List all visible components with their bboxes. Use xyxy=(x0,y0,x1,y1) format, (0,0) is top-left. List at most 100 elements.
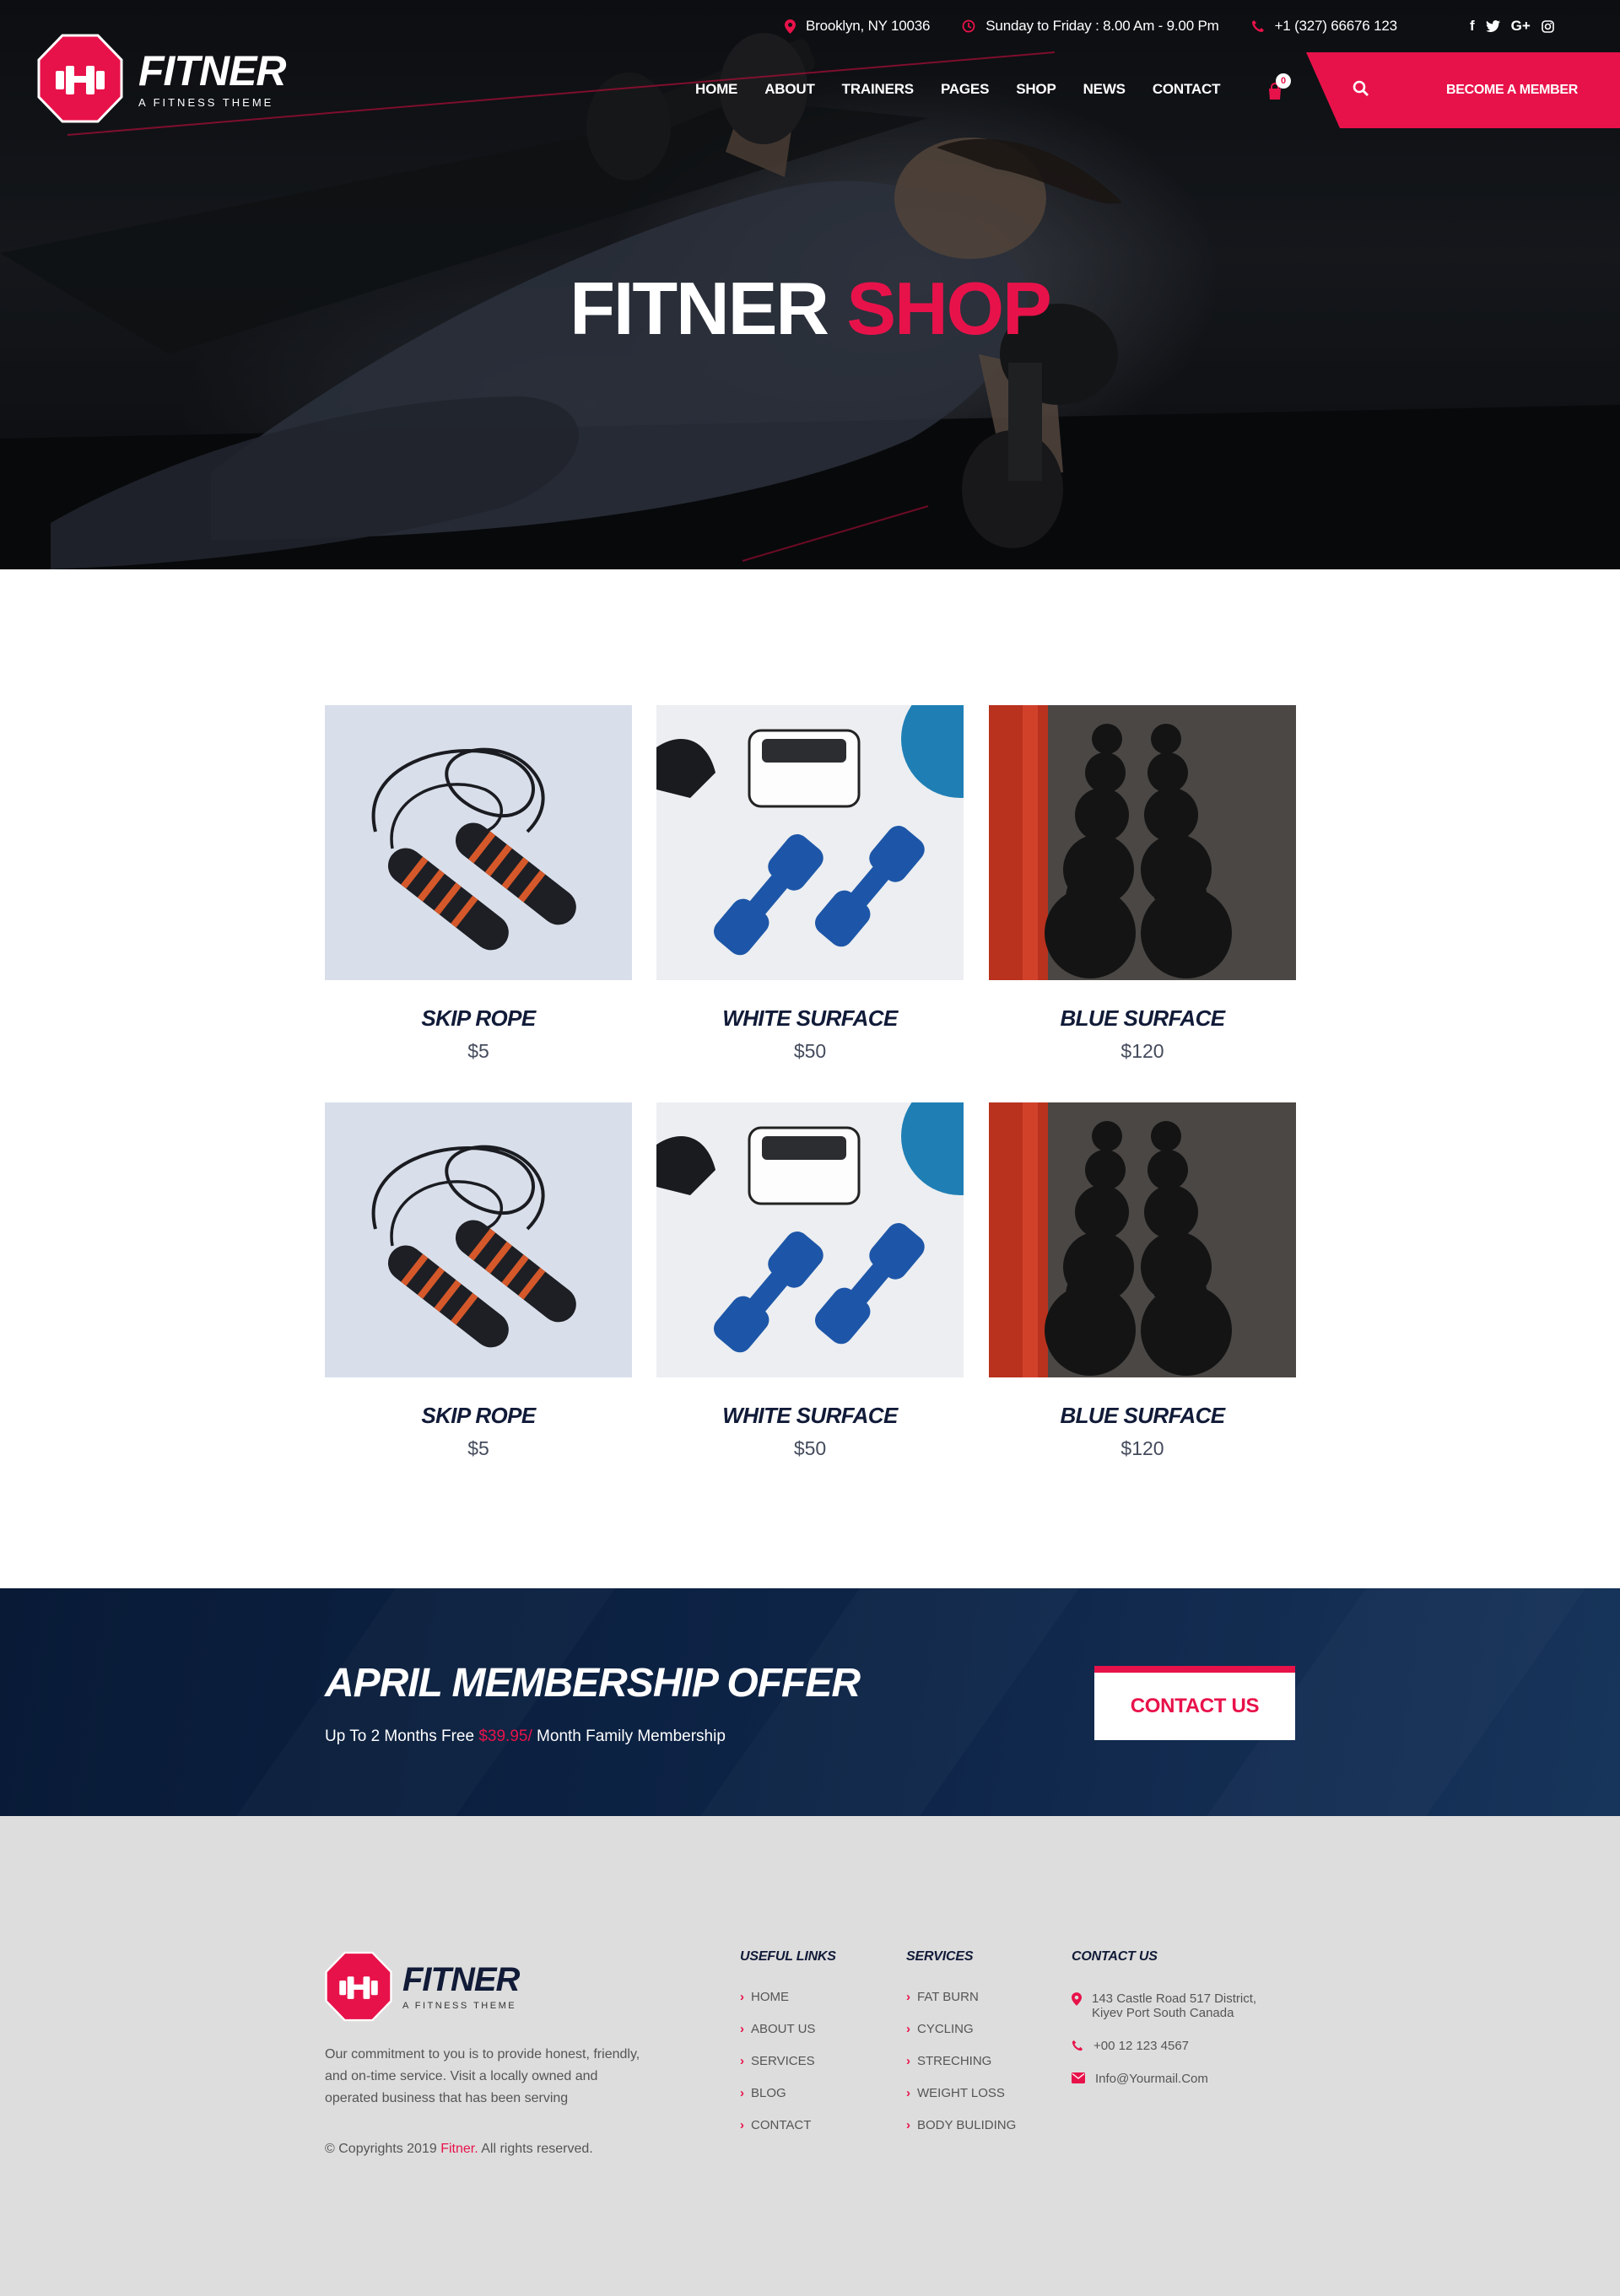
nav-item-contact[interactable]: CONTACT xyxy=(1153,81,1221,98)
product-price: $5 xyxy=(467,1040,489,1062)
contact-heading: CONTACT US xyxy=(1072,1949,1158,1964)
product-name[interactable]: BLUE SURFACE xyxy=(989,1403,1296,1429)
site-footer: FITNER A FITNESS THEME Our commitment to… xyxy=(0,1816,1620,2296)
site-logo[interactable]: FITNER A FITNESS THEME xyxy=(37,34,287,123)
phone-info: +1 (327) 66676 123 xyxy=(1251,18,1397,35)
footer-link-about[interactable]: › ABOUT US xyxy=(740,2022,836,2054)
hours-info: Sunday to Friday : 8.00 Am - 9.00 Pm xyxy=(962,18,1219,35)
product-image-skip-rope[interactable] xyxy=(325,705,632,980)
product-image-skip-rope[interactable] xyxy=(325,1102,632,1377)
product-price: $50 xyxy=(793,1437,827,1459)
brand-name: FITNER xyxy=(138,46,287,94)
footer-services: SERVICES › FAT BURN › CYCLING › STRECHING ›… xyxy=(906,1949,1016,2150)
product-image-dumbbells[interactable] xyxy=(656,705,964,980)
contact-email[interactable]: Info@Yourmail.Com xyxy=(1072,2072,1256,2086)
copyright: © Copyrights 2019 Fitner. All rights res… xyxy=(325,2142,593,2157)
page-title-accent: SHOP xyxy=(846,267,1051,350)
copyright-after: All rights reserved. xyxy=(481,2142,593,2156)
page-title: FITNER SHOP xyxy=(0,266,1620,352)
google-plus-icon[interactable]: G+ xyxy=(1511,18,1531,35)
contact-us-button[interactable]: CONTACT US xyxy=(1094,1666,1295,1740)
footer-useful-links: USEFUL LINKS › HOME › ABOUT US › SERVICES ›… xyxy=(740,1949,836,2150)
footer-link-contact[interactable]: › CONTACT xyxy=(740,2118,836,2150)
phone-text[interactable]: +1 (327) 66676 123 xyxy=(1275,18,1397,35)
facebook-icon[interactable]: f xyxy=(1470,18,1475,35)
chevron-right-icon: › xyxy=(906,2118,910,2132)
instagram-icon[interactable] xyxy=(1542,19,1554,33)
address-line-2: Kiyev Port South Canada xyxy=(1092,2006,1234,2020)
footer-contact: CONTACT US 143 Castle Road 517 District,… xyxy=(1072,1949,1256,2105)
contact-address: 143 Castle Road 517 District, Kiyev Port… xyxy=(1072,1991,1256,2020)
product-image-kettlebells[interactable] xyxy=(989,705,1296,980)
footer-service-cycling[interactable]: › CYCLING xyxy=(906,2022,1016,2054)
nav-item-about[interactable]: ABOUT xyxy=(764,81,815,98)
product-card[interactable]: WHITE SURFACE $50 xyxy=(656,1102,964,1460)
footer-about-text: Our commitment to you is to provide hone… xyxy=(325,2047,640,2105)
chevron-right-icon: › xyxy=(740,1990,744,2004)
product-price: $50 xyxy=(793,1040,827,1062)
copyright-brand-link[interactable]: Fitner. xyxy=(440,2142,478,2156)
product-card[interactable]: SKIP ROPE $5 xyxy=(325,1102,632,1460)
product-card[interactable]: WHITE SURFACE $50 xyxy=(656,705,964,1063)
product-name[interactable]: BLUE SURFACE xyxy=(989,1005,1296,1032)
address-line-1: 143 Castle Road 517 District, xyxy=(1092,1991,1257,2006)
product-name[interactable]: WHITE SURFACE xyxy=(656,1005,964,1032)
product-image-dumbbells[interactable] xyxy=(656,1102,964,1377)
cart-button[interactable]: 0 xyxy=(1266,73,1291,101)
contact-phone-text: +00 12 123 4567 xyxy=(1094,2039,1190,2053)
cart-count-badge: 0 xyxy=(1276,73,1291,89)
chevron-right-icon: › xyxy=(740,2086,744,2100)
footer-brand-tagline: A FITNESS THEME xyxy=(402,2001,517,2011)
chevron-right-icon: › xyxy=(906,1990,910,2004)
footer-service-streching[interactable]: › STRECHING xyxy=(906,2054,1016,2086)
product-image-kettlebells[interactable] xyxy=(989,1102,1296,1377)
nav-item-pages[interactable]: PAGES xyxy=(941,81,989,98)
become-member-button[interactable]: BECOME A MEMBER xyxy=(1384,52,1620,128)
services-heading: SERVICES xyxy=(906,1949,974,1964)
location-text: Brooklyn, NY 10036 xyxy=(806,18,931,34)
membership-offer-banner: APRIL MEMBERSHIP OFFER Up To 2 Months Fr… xyxy=(0,1588,1620,1816)
page-title-main: FITNER xyxy=(570,267,829,350)
become-member-label: BECOME A MEMBER xyxy=(1445,83,1579,97)
footer-service-weight-loss[interactable]: › WEIGHT LOSS xyxy=(906,2086,1016,2118)
footer-link-blog[interactable]: › BLOG xyxy=(740,2086,836,2118)
nav-item-home[interactable]: HOME xyxy=(695,81,737,98)
product-price: $120 xyxy=(1120,1040,1164,1062)
product-name[interactable]: SKIP ROPE xyxy=(325,1005,632,1032)
nav-item-shop[interactable]: SHOP xyxy=(1016,81,1056,98)
footer-link-home[interactable]: › HOME xyxy=(740,1990,836,2022)
chevron-right-icon: › xyxy=(740,2054,744,2068)
footer-service-body-building[interactable]: › BODY BULIDING xyxy=(906,2118,1016,2150)
map-pin-icon xyxy=(1072,1992,1082,2006)
offer-price: $39.95/ xyxy=(478,1727,532,1745)
top-info-bar: Brooklyn, NY 10036 Sunday to Friday : 8.… xyxy=(785,15,1429,37)
twitter-icon[interactable] xyxy=(1485,20,1500,32)
nav-item-trainers[interactable]: TRAINERS xyxy=(842,81,914,98)
offer-title: APRIL MEMBERSHIP OFFER xyxy=(325,1661,861,1706)
footer-link-services[interactable]: › SERVICES xyxy=(740,2054,836,2086)
product-card[interactable]: SKIP ROPE $5 xyxy=(325,705,632,1063)
product-name[interactable]: WHITE SURFACE xyxy=(656,1403,964,1429)
phone-icon xyxy=(1251,20,1264,32)
product-card[interactable]: BLUE SURFACE $120 xyxy=(989,1102,1296,1460)
social-links: f G+ xyxy=(1470,15,1565,37)
dumbbell-octagon-icon xyxy=(325,1951,392,2022)
contact-phone[interactable]: +00 12 123 4567 xyxy=(1072,2039,1256,2053)
product-name[interactable]: SKIP ROPE xyxy=(325,1403,632,1429)
search-icon xyxy=(1353,80,1369,96)
nav-item-news[interactable]: NEWS xyxy=(1083,81,1126,98)
envelope-icon xyxy=(1072,2072,1085,2083)
chevron-right-icon: › xyxy=(906,2054,910,2068)
chevron-right-icon: › xyxy=(740,2118,744,2132)
chevron-right-icon: › xyxy=(906,2086,910,2100)
footer-service-fat-burn[interactable]: › FAT BURN xyxy=(906,1990,1016,2022)
footer-logo[interactable]: FITNER A FITNESS THEME xyxy=(325,1951,520,2022)
hours-text: Sunday to Friday : 8.00 Am - 9.00 Pm xyxy=(986,18,1219,34)
dumbbell-octagon-icon xyxy=(37,34,123,123)
brand-tagline: A FITNESS THEME xyxy=(138,95,274,109)
product-card[interactable]: BLUE SURFACE $120 xyxy=(989,705,1296,1063)
phone-icon xyxy=(1072,2040,1083,2051)
map-pin-icon xyxy=(785,19,796,34)
offer-sub-after: Month Family Membership xyxy=(537,1727,726,1745)
product-price: $120 xyxy=(1120,1437,1164,1459)
